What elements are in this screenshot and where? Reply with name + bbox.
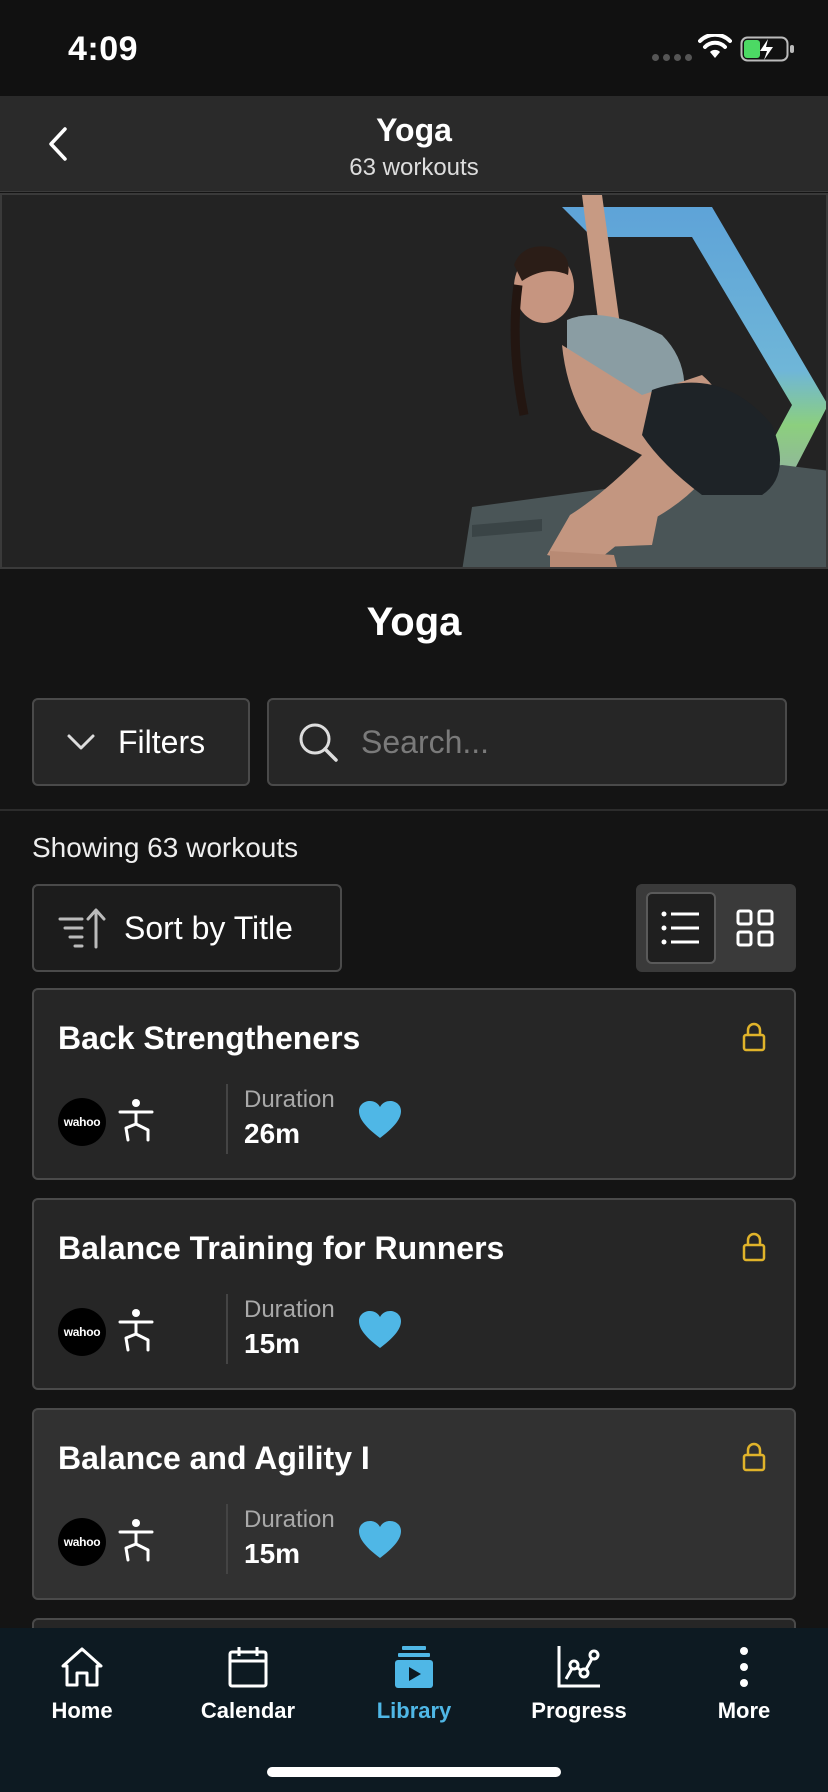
card-divider bbox=[226, 1504, 228, 1574]
battery-charging-icon bbox=[740, 36, 794, 62]
lock-icon bbox=[742, 1022, 766, 1052]
status-bar: 4:09 bbox=[0, 0, 828, 96]
chevron-down-icon bbox=[67, 734, 95, 750]
list-icon bbox=[661, 911, 699, 945]
wahoo-logo: wahoo bbox=[58, 1098, 106, 1146]
search-input[interactable] bbox=[361, 723, 781, 761]
tab-bar: Home Calendar Library Progress More bbox=[0, 1628, 828, 1792]
tab-label: Home bbox=[51, 1698, 113, 1723]
workout-card[interactable]: Balance Training for Runners wahoo Durat… bbox=[32, 1198, 796, 1390]
yoga-pose-icon bbox=[118, 1309, 154, 1352]
yoga-pose-icon bbox=[118, 1099, 154, 1142]
workout-card[interactable]: Balance and Agility I wahoo Duration 15m bbox=[32, 1408, 796, 1600]
sort-ascending-icon bbox=[58, 908, 106, 949]
progress-icon bbox=[557, 1646, 600, 1688]
tab-label: Library bbox=[376, 1698, 452, 1723]
tab-home[interactable]: Home bbox=[7, 1642, 157, 1742]
hero-banner bbox=[0, 193, 828, 569]
page-subtitle: 63 workouts bbox=[349, 154, 479, 181]
search-icon bbox=[299, 723, 338, 762]
wifi-icon bbox=[698, 34, 732, 58]
nav-header: Yoga 63 workouts bbox=[0, 96, 828, 192]
calendar-icon bbox=[228, 1647, 268, 1688]
hero-image bbox=[462, 195, 826, 567]
card-divider bbox=[226, 1084, 228, 1154]
workout-title: Back Strengtheners bbox=[58, 1020, 361, 1056]
heart-favorite-icon[interactable] bbox=[358, 1310, 402, 1350]
home-icon bbox=[61, 1647, 103, 1687]
lock-icon bbox=[742, 1232, 766, 1262]
duration-value: 15m bbox=[244, 1328, 301, 1359]
tab-calendar[interactable]: Calendar bbox=[173, 1642, 323, 1742]
category-title: Yoga bbox=[366, 600, 462, 644]
wahoo-logo: wahoo bbox=[58, 1308, 106, 1356]
grid-view-button[interactable] bbox=[722, 892, 788, 964]
home-indicator[interactable] bbox=[267, 1767, 561, 1777]
heart-favorite-icon[interactable] bbox=[358, 1100, 402, 1140]
duration-label: Duration bbox=[244, 1296, 335, 1323]
duration-label: Duration bbox=[244, 1506, 335, 1533]
duration-value: 15m bbox=[244, 1538, 301, 1569]
results-count: Showing 63 workouts bbox=[32, 832, 299, 863]
tab-library[interactable]: Library bbox=[339, 1642, 489, 1742]
filters-button[interactable]: Filters bbox=[32, 698, 250, 786]
status-time: 4:09 bbox=[68, 30, 139, 68]
search-box[interactable] bbox=[267, 698, 787, 786]
tab-label: More bbox=[717, 1698, 771, 1723]
tab-more[interactable]: More bbox=[669, 1642, 819, 1742]
more-icon bbox=[740, 1647, 748, 1687]
workout-title: Balance Training for Runners bbox=[58, 1230, 505, 1266]
workout-title: Balance and Agility I bbox=[58, 1440, 370, 1476]
filters-label: Filters bbox=[118, 723, 206, 760]
tab-label: Calendar bbox=[200, 1698, 296, 1723]
library-icon bbox=[395, 1646, 433, 1688]
app-screen: 4:09 Yoga 63 workouts Yoga Filters Searc… bbox=[0, 0, 828, 1792]
workout-card[interactable]: Back Strengtheners wahoo Duration 26m bbox=[32, 988, 796, 1180]
wahoo-logo: wahoo bbox=[58, 1518, 106, 1566]
lock-icon bbox=[742, 1442, 766, 1472]
card-divider bbox=[226, 1294, 228, 1364]
duration-value: 26m bbox=[244, 1118, 301, 1149]
yoga-pose-icon bbox=[118, 1519, 154, 1562]
duration-label: Duration bbox=[244, 1086, 335, 1113]
page-title: Yoga bbox=[376, 112, 452, 148]
heart-favorite-icon[interactable] bbox=[358, 1520, 402, 1560]
cellular-signal-icon bbox=[652, 54, 692, 61]
section-divider bbox=[0, 809, 828, 811]
sort-label: Sort by Title bbox=[124, 909, 293, 946]
grid-icon bbox=[736, 909, 774, 947]
list-view-button[interactable] bbox=[646, 892, 716, 964]
view-toggle bbox=[636, 884, 796, 972]
tab-progress[interactable]: Progress bbox=[504, 1642, 654, 1742]
sort-button[interactable]: Sort by Title bbox=[32, 884, 342, 972]
tab-label: Progress bbox=[531, 1698, 627, 1723]
